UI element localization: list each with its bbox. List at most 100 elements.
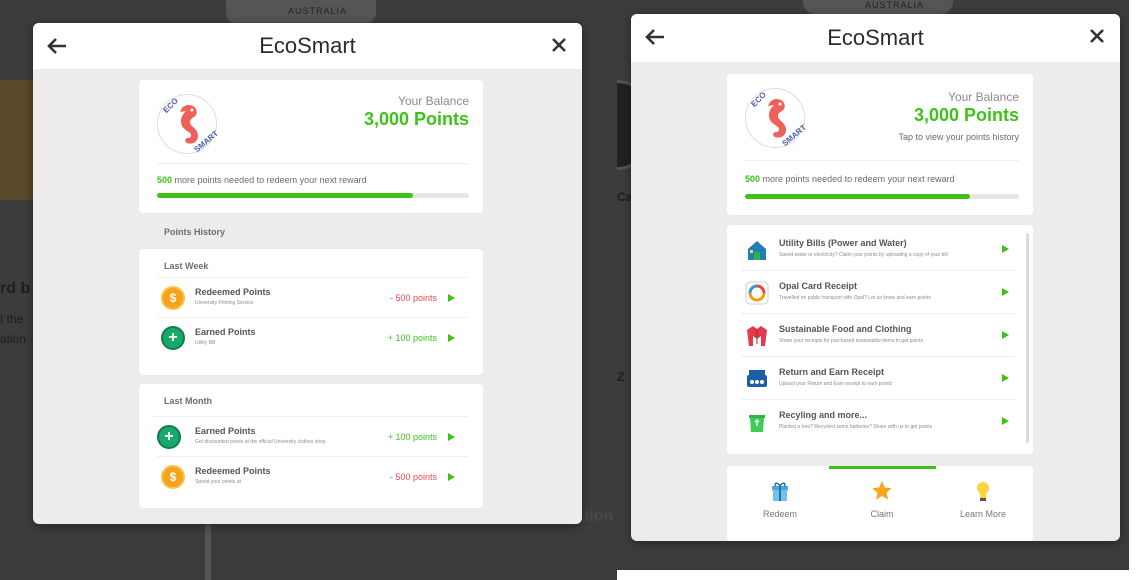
divider xyxy=(745,160,1019,161)
history-points: - 500 points xyxy=(389,472,437,482)
play-arrow-icon[interactable] xyxy=(1002,331,1009,339)
tab-label: Learn More xyxy=(959,509,1007,519)
history-subtitle: Utility Bill xyxy=(195,340,216,346)
background-text: tion xyxy=(584,508,614,525)
history-row[interactable]: $ Redeemed Points Spend your points at -… xyxy=(157,456,469,494)
history-group-last-week: Last Week $ Redeemed Points University P… xyxy=(139,249,483,375)
play-arrow-icon[interactable] xyxy=(448,473,455,481)
points-history-heading: Points History xyxy=(164,227,226,237)
claim-title: Recyling and more... xyxy=(779,410,868,420)
history-row[interactable]: + Earned Points Get discounted prices at… xyxy=(153,416,469,454)
plus-icon: + xyxy=(157,425,181,449)
play-arrow-icon[interactable] xyxy=(448,294,455,302)
modal-header: EcoSmart xyxy=(631,14,1120,62)
balance-value: 3,000 Points xyxy=(363,109,469,129)
ecosmart-logo: ECO SMART xyxy=(745,88,808,148)
next-reward-text: 500 more points needed to redeem your ne… xyxy=(157,175,367,185)
claim-item-opal-card[interactable]: Opal Card Receipt Travelled on public tr… xyxy=(741,271,1015,314)
background-text: I the xyxy=(0,312,24,326)
recycle-bin-icon xyxy=(749,415,765,432)
claim-title: Sustainable Food and Clothing xyxy=(779,324,912,334)
history-row[interactable]: + Earned Points Utility Bill + 100 point… xyxy=(157,317,469,355)
return-earn-icon xyxy=(747,370,767,387)
claim-title: Utility Bills (Power and Water) xyxy=(779,238,907,248)
claim-item-recycling[interactable]: Recyling and more... Planted a tree? Rec… xyxy=(741,400,1015,443)
ecosmart-logo: ECO SMART xyxy=(157,94,220,154)
history-subtitle: Get discounted prices at the official Un… xyxy=(195,439,326,445)
history-title: Redeemed Points xyxy=(195,287,271,297)
divider xyxy=(157,163,469,164)
reward-progress-bar xyxy=(745,194,1019,199)
claim-subtitle: Travelled on public transport with Opal?… xyxy=(779,295,931,301)
close-icon[interactable] xyxy=(1088,27,1106,45)
bottom-tab-bar: Redeem Claim Learn More xyxy=(727,466,1033,541)
history-points: - 500 points xyxy=(389,293,437,303)
history-points: + 100 points xyxy=(387,432,437,442)
history-title: Redeemed Points xyxy=(195,466,271,476)
jacket-icon xyxy=(747,326,767,346)
tab-label: Redeem xyxy=(762,509,798,519)
balance-value: 3,000 Points xyxy=(913,105,1019,125)
next-reward-text: 500 more points needed to redeem your ne… xyxy=(745,174,955,184)
background-divider xyxy=(205,524,211,580)
history-group-last-month: Last Month + Earned Points Get discounte… xyxy=(139,384,483,508)
history-row[interactable]: $ Redeemed Points University Printing Se… xyxy=(157,277,469,315)
coin-icon: $ xyxy=(161,465,185,489)
tab-learn-more[interactable]: Learn More xyxy=(933,466,1033,541)
balance-card[interactable]: ECO SMART Your Balance 3,000 Points 500 … xyxy=(139,80,483,213)
history-group-title: Last Week xyxy=(164,261,209,271)
background-logo: AUSTRALIA xyxy=(226,0,376,24)
claim-subtitle: Share your receipts for purchased sustai… xyxy=(779,338,923,344)
claim-item-utility-bills[interactable]: Utility Bills (Power and Water) Saved wa… xyxy=(741,228,1015,271)
claim-title: Return and Earn Receipt xyxy=(779,367,885,377)
balance-label: Your Balance xyxy=(948,90,1019,104)
balance-card[interactable]: ECO SMART Your Balance 3,000 Points Tap … xyxy=(727,74,1033,215)
modal-title: EcoSmart xyxy=(827,25,924,50)
claim-item-sustainable-food[interactable]: Sustainable Food and Clothing Share your… xyxy=(741,314,1015,357)
close-icon[interactable] xyxy=(550,36,568,54)
reward-progress-fill xyxy=(157,193,413,198)
star-icon xyxy=(872,481,892,500)
play-arrow-icon[interactable] xyxy=(1002,288,1009,296)
claim-title: Opal Card Receipt xyxy=(779,281,858,291)
background-image-fragment xyxy=(0,80,33,200)
house-icon xyxy=(748,241,766,260)
claim-subtitle: Planted a tree? Recycled some batteries?… xyxy=(779,424,933,430)
play-arrow-icon[interactable] xyxy=(1002,245,1009,253)
points-history-link[interactable]: Tap to view your points history xyxy=(898,132,1019,142)
tab-claim[interactable]: Claim xyxy=(832,466,932,541)
history-group-title: Last Month xyxy=(164,396,212,406)
history-subtitle: Spend your points at xyxy=(195,479,241,485)
reward-progress-bar xyxy=(157,193,469,198)
back-arrow-icon[interactable] xyxy=(45,34,69,58)
modal-title: EcoSmart xyxy=(259,33,356,58)
reward-progress-fill xyxy=(745,194,970,199)
plus-icon: + xyxy=(161,326,185,350)
history-subtitle: University Printing Service xyxy=(195,300,254,306)
background-text: ation xyxy=(0,332,27,346)
coin-icon: $ xyxy=(161,286,185,310)
right-screenshot: AUSTRALIA Care Z EcoSmart ECO SMART Your… xyxy=(617,0,1129,570)
back-arrow-icon[interactable] xyxy=(643,25,667,49)
play-arrow-icon[interactable] xyxy=(1002,417,1009,425)
ecosmart-modal: EcoSmart ECO SMART Your Balance 3,000 Po… xyxy=(631,14,1120,541)
background-text: Z xyxy=(617,370,625,384)
tab-redeem[interactable]: Redeem xyxy=(730,466,830,541)
gift-icon xyxy=(772,482,788,501)
claim-item-return-earn[interactable]: Return and Earn Receipt Upload your Retu… xyxy=(741,357,1015,400)
history-title: Earned Points xyxy=(195,327,256,337)
play-arrow-icon[interactable] xyxy=(1002,374,1009,382)
opal-card-icon xyxy=(745,281,769,305)
play-arrow-icon[interactable] xyxy=(448,334,455,342)
scrollbar[interactable] xyxy=(1026,233,1029,443)
tab-label: Claim xyxy=(870,509,894,519)
claim-subtitle: Upload your Return and Earn receipt to e… xyxy=(779,381,893,387)
play-arrow-icon[interactable] xyxy=(448,433,455,441)
balance-label: Your Balance xyxy=(398,94,469,108)
background-logo: AUSTRALIA xyxy=(803,0,953,14)
lightbulb-icon xyxy=(977,482,989,501)
history-points: + 100 points xyxy=(387,333,437,343)
ecosmart-modal: EcoSmart ECO SMART Your Balance 3,000 Po… xyxy=(33,23,582,524)
history-title: Earned Points xyxy=(195,426,256,436)
modal-header: EcoSmart xyxy=(33,23,582,69)
